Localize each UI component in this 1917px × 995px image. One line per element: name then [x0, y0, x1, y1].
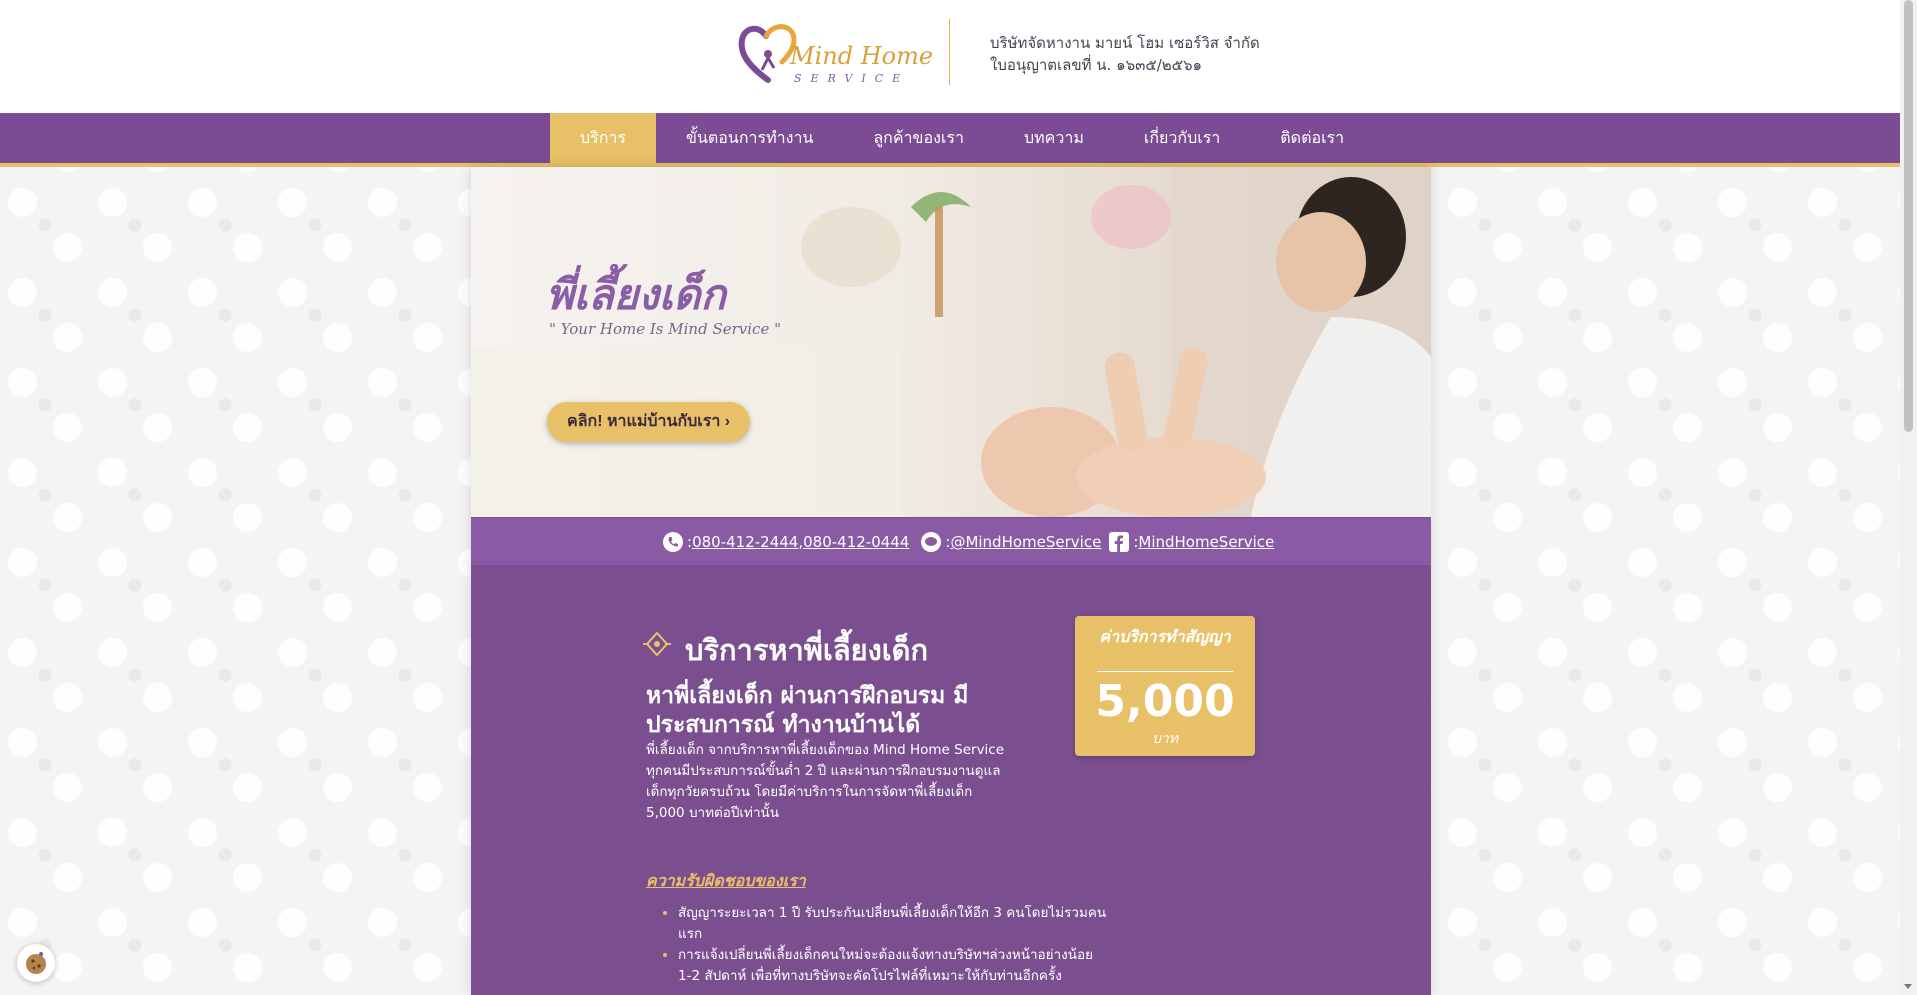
- list-item: การแจ้งเปลี่ยนพี่เลี้ยงเด็กคนใหม่จะต้องแ…: [678, 945, 1108, 987]
- find-maid-button[interactable]: คลิก! หาแม่บ้านกับเรา ›: [547, 402, 751, 442]
- line-icon: [921, 532, 942, 552]
- contact-bar: : 080-412-2444 , 080-412-0444 : @MindHom…: [471, 518, 1431, 565]
- scroll-down-icon[interactable]: [1904, 984, 1912, 989]
- price-label: ค่าบริการทำสัญญา: [1099, 627, 1231, 646]
- nav-item-process[interactable]: ขั้นตอนการทำงาน: [656, 113, 843, 163]
- nav-item-services[interactable]: บริการ: [550, 113, 657, 163]
- nav-item-about[interactable]: เกี่ยวกับเรา: [1114, 113, 1250, 163]
- service-title: บริการหาพี่เลี้ยงเด็ก: [685, 633, 929, 667]
- price-divider: [1097, 671, 1233, 672]
- nav-item-articles[interactable]: บทความ: [994, 113, 1114, 163]
- service-description: พี่เลี้ยงเด็ก จากบริการหาพี่เลี้ยงเด็กขอ…: [646, 742, 1005, 821]
- hero-tagline: " Your Home Is Mind Service ": [549, 320, 781, 338]
- logo-wordmark: Mind Home: [790, 42, 934, 70]
- price-value: 5,000: [1095, 676, 1235, 727]
- chevron-right-icon: ›: [724, 413, 731, 430]
- price-card: ค่าบริการทำสัญญา 5,000 บาท: [1075, 616, 1255, 756]
- price-unit: บาท: [1152, 731, 1178, 747]
- responsibility-list: สัญญาระยะเวลา 1 ปี รับประกันเปลี่ยนพี่เล…: [646, 903, 1108, 987]
- responsibility-heading: ความรับผิดชอบของเรา: [646, 871, 806, 890]
- main-nav: บริการ ขั้นตอนการทำงาน ลูกค้าของเรา บทคว…: [0, 113, 1900, 167]
- hero-banner: พี่เลี้ยงเด็ก " Your Home Is Mind Servic…: [471, 167, 1431, 517]
- vertical-scrollbar[interactable]: [1900, 0, 1917, 995]
- cookie-icon: [26, 952, 46, 974]
- header-divider: [949, 19, 950, 85]
- line-id-link[interactable]: @MindHomeService: [950, 533, 1101, 551]
- service-subtitle: หาพี่เลี้ยงเด็ก ผ่านการฝึกอบรม มีประสบกา…: [646, 683, 969, 738]
- company-info: บริษัทจัดหางาน มายน์ โฮม เซอร์วิส จำกัด …: [990, 32, 1260, 76]
- facebook-link[interactable]: MindHomeService: [1138, 533, 1274, 551]
- cookie-settings-button[interactable]: [17, 944, 55, 982]
- phone-icon: [663, 532, 683, 552]
- site-header: Mind Home SERVICE บริษัทจัดหางาน มายน์ โ…: [0, 0, 1900, 113]
- find-maid-button-label: คลิก! หาแม่บ้านกับเรา: [567, 413, 721, 430]
- company-name: บริษัทจัดหางาน มายน์ โฮม เซอร์วิส จำกัด: [990, 34, 1260, 52]
- heart-logo-icon: [738, 24, 797, 83]
- nav-item-customers[interactable]: ลูกค้าของเรา: [843, 113, 994, 163]
- brand-logo[interactable]: Mind Home SERVICE: [738, 18, 933, 88]
- nav-item-contact[interactable]: ติดต่อเรา: [1250, 113, 1374, 163]
- license-number: ใบอนุญาตเลขที่ น. ๑๖๓๕/๒๕๖๑: [990, 56, 1203, 74]
- content-panel: พี่เลี้ยงเด็ก " Your Home Is Mind Servic…: [471, 167, 1431, 995]
- phone-link-2[interactable]: 080-412-0444: [803, 533, 909, 551]
- ornament-icon: [643, 631, 671, 657]
- logo-service-text: SERVICE: [794, 72, 910, 85]
- facebook-icon: [1109, 532, 1130, 552]
- scrollbar-thumb[interactable]: [1904, 0, 1913, 432]
- hero-photo-illustration: [471, 167, 1431, 517]
- list-item: สัญญาระยะเวลา 1 ปี รับประกันเปลี่ยนพี่เล…: [678, 903, 1108, 945]
- phone-link-1[interactable]: 080-412-2444: [692, 533, 798, 551]
- hero-title: พี่เลี้ยงเด็ก: [546, 270, 726, 319]
